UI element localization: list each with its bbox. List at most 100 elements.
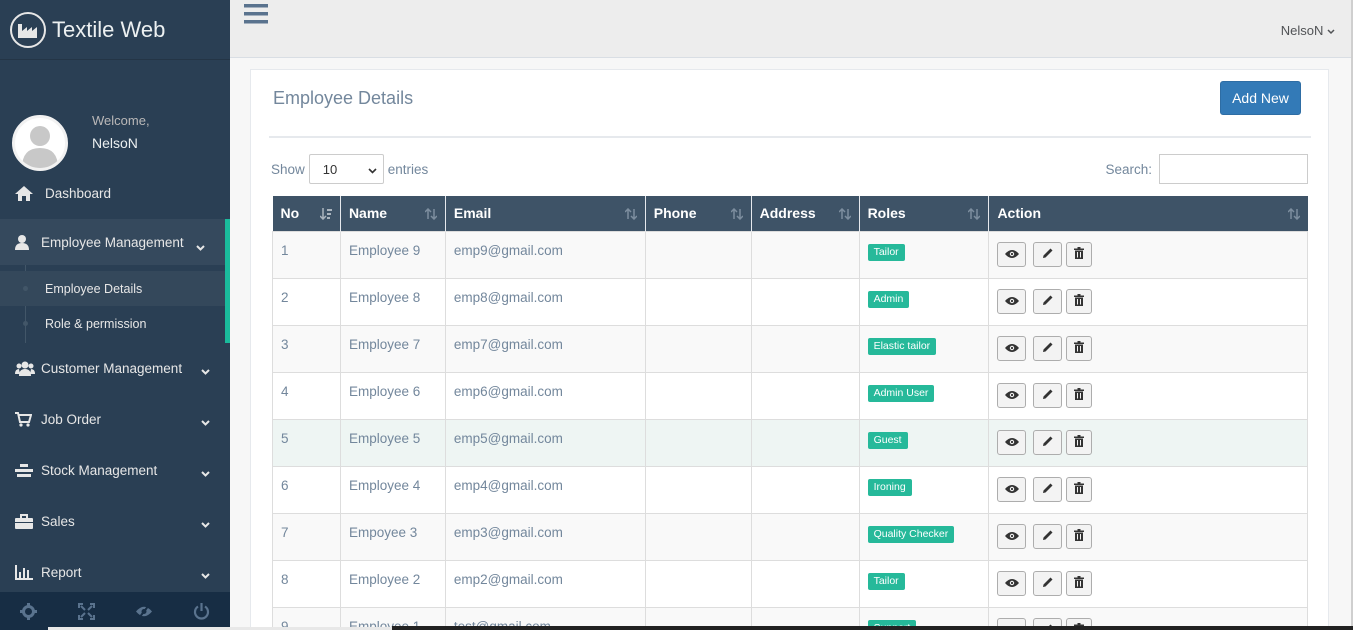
sidebar-item-employee-management[interactable]: Employee Management [0,219,230,265]
column-header-label: Action [997,205,1041,222]
table-header-row: No Name Email Phone Address Roles Action [272,196,1308,231]
column-header-label: Email [453,205,492,222]
sidebar-item-sales[interactable]: Sales [0,496,230,547]
delete-button[interactable] [1066,335,1093,361]
cell-no: 4 [272,371,341,420]
cell-no: 3 [272,324,341,373]
sidebar-item-label: Employee Details [45,281,143,296]
trash-icon [1074,246,1085,262]
chevron-down-icon [1327,23,1335,38]
search-input[interactable] [1159,154,1308,184]
sidebar-item-dashboard[interactable]: Dashboard [0,168,230,219]
entries-select[interactable]: 10 [308,154,384,184]
eye-icon [1004,247,1019,262]
edit-button[interactable] [1033,382,1063,408]
eye-icon [1004,294,1019,309]
edit-button[interactable] [1033,476,1063,502]
edit-button[interactable] [1033,288,1063,314]
table-row[interactable]: 4 Employee 6 emp6@gmail.com Admin User [272,371,1308,420]
column-header-action[interactable]: Action [988,196,1308,231]
sidebar-item-stock-management[interactable]: Stock Management [0,445,230,496]
chevron-down-icon [201,567,210,582]
edit-button[interactable] [1033,241,1063,267]
view-button[interactable] [997,241,1027,267]
avatar[interactable] [12,115,68,171]
cell-role: Ironing [858,465,990,514]
divider [269,136,1311,138]
delete-button[interactable] [1066,523,1093,549]
table-row[interactable]: 5 Employee 5 emp5@gmail.com Guest [272,418,1308,467]
add-new-button[interactable]: Add New [1220,81,1301,115]
delete-button[interactable] [1066,570,1093,596]
view-button[interactable] [997,382,1027,408]
horizontal-scrollbar-thumb[interactable] [392,626,1353,630]
welcome-text: Welcome, [92,113,150,128]
edit-button[interactable] [1033,523,1063,549]
delete-button[interactable] [1066,288,1093,314]
delete-button[interactable] [1066,476,1093,502]
cell-no: 6 [272,465,341,514]
edit-button[interactable] [1033,429,1063,455]
delete-button[interactable] [1066,429,1093,455]
entries-value: 10 [322,161,338,177]
view-button[interactable] [997,429,1027,455]
cell-name: Employee 4 [339,465,446,514]
sidebar-item-label: Stock Management [41,463,158,478]
role-badge: Quality Checker [867,525,955,543]
power-icon[interactable] [173,592,231,630]
fullscreen-icon[interactable] [58,592,116,630]
shopping-cart-icon [15,412,35,428]
edit-button[interactable] [1033,570,1063,596]
table-row[interactable]: 1 Employee 9 emp9@gmail.com Tailor [272,230,1308,279]
cell-phone [644,230,752,279]
cell-email: emp5@gmail.com [444,418,646,467]
table-row[interactable]: 3 Employee 7 emp7@gmail.com Elastic tailor [272,324,1308,373]
trash-icon [1074,434,1085,450]
column-header-name[interactable]: Name [340,196,446,231]
employee-submenu: Employee Details Role & permission [0,265,230,343]
view-button[interactable] [997,523,1027,549]
delete-button[interactable] [1066,241,1093,267]
role-badge: Guest [867,431,908,449]
table-row[interactable]: 2 Employee 8 emp8@gmail.com Admin [272,277,1308,326]
chevron-down-icon [201,414,210,429]
view-button[interactable] [997,476,1027,502]
cell-phone [644,324,752,373]
sidebar-item-role-permission[interactable]: Role & permission [0,306,225,341]
column-header-phone[interactable]: Phone [645,196,752,231]
sidebar-item-employee-details[interactable]: Employee Details [0,271,225,306]
table-row[interactable]: 6 Employee 4 emp4@gmail.com Ironing [272,465,1308,514]
column-header-address[interactable]: Address [751,196,860,231]
column-header-roles[interactable]: Roles [859,196,990,231]
column-header-no[interactable]: No [272,196,341,231]
eye-icon [1004,529,1019,544]
cell-action [988,465,1308,514]
cell-action [988,418,1308,467]
view-button[interactable] [997,570,1027,596]
cell-action [988,277,1308,326]
sidebar-item-report[interactable]: Report [0,547,230,598]
cell-no: 8 [272,559,341,608]
cell-action [988,559,1308,608]
menu-toggle-icon[interactable] [244,4,268,27]
page-title: Employee Details [273,88,414,108]
gear-icon[interactable] [0,592,58,630]
cell-phone [644,418,752,467]
sidebar-item-customer-management[interactable]: Customer Management [0,343,230,394]
edit-button[interactable] [1033,335,1063,361]
cell-address [750,324,860,373]
eye-slash-icon[interactable] [115,592,173,630]
column-header-email[interactable]: Email [445,196,646,231]
user-dropdown[interactable]: NelsoN [1281,23,1335,38]
bar-chart-icon [15,565,35,581]
table-row[interactable]: 7 Empoyee 3 emp3@gmail.com Quality Checker [272,512,1308,561]
cell-action [988,324,1308,373]
view-button[interactable] [997,288,1027,314]
view-button[interactable] [997,335,1027,361]
table-row[interactable]: 8 Employee 2 emp2@gmail.com Tailor [272,559,1308,608]
brand[interactable]: Textile Web [0,0,230,60]
cell-address [750,371,860,420]
delete-button[interactable] [1066,382,1093,408]
sidebar-item-job-order[interactable]: Job Order [0,394,230,445]
eye-icon [1004,576,1019,591]
